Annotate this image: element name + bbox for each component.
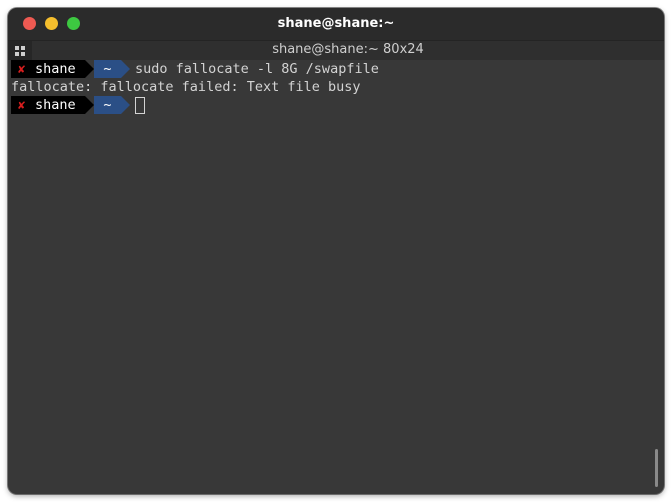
prompt-line: ✘ shane ~ sudo fallocate -l 8G /swapfile [11, 60, 651, 78]
prompt-separator-arrow [85, 60, 94, 78]
prompt-cwd: ~ [94, 96, 121, 114]
x-mark-icon: ✘ [18, 98, 26, 112]
prompt-user-segment: ✘ shane [11, 96, 85, 114]
x-mark-icon: ✘ [18, 62, 26, 76]
titlebar[interactable]: shane@shane:~ [8, 8, 664, 40]
grid-icon [15, 46, 25, 56]
prompt-line: ✘ shane ~ [11, 96, 651, 114]
tab-menu-button[interactable] [8, 41, 32, 60]
command-text: sudo fallocate -l 8G /swapfile [135, 61, 379, 77]
prompt-separator-arrow [85, 96, 94, 114]
output-line: fallocate: fallocate failed: Text file b… [11, 79, 361, 95]
prompt-user-segment: ✘ shane [11, 60, 85, 78]
tab-bar: shane@shane:~ 80x24 [8, 40, 664, 60]
prompt-user: shane [35, 61, 76, 77]
terminal-window: shane@shane:~ shane@shane:~ 80x24 ✘ shan… [8, 8, 664, 494]
terminal-output[interactable]: ✘ shane ~ sudo fallocate -l 8G /swapfile… [11, 60, 651, 490]
text-cursor [135, 97, 145, 114]
prompt-separator-arrow [121, 96, 130, 114]
window-title: shane@shane:~ [277, 16, 395, 31]
scrollbar[interactable] [655, 449, 658, 487]
tab-terminal[interactable]: shane@shane:~ 80x24 [32, 41, 664, 60]
prompt-user: shane [35, 97, 76, 113]
prompt-cwd: ~ [94, 60, 121, 78]
prompt-separator-arrow [121, 60, 130, 78]
